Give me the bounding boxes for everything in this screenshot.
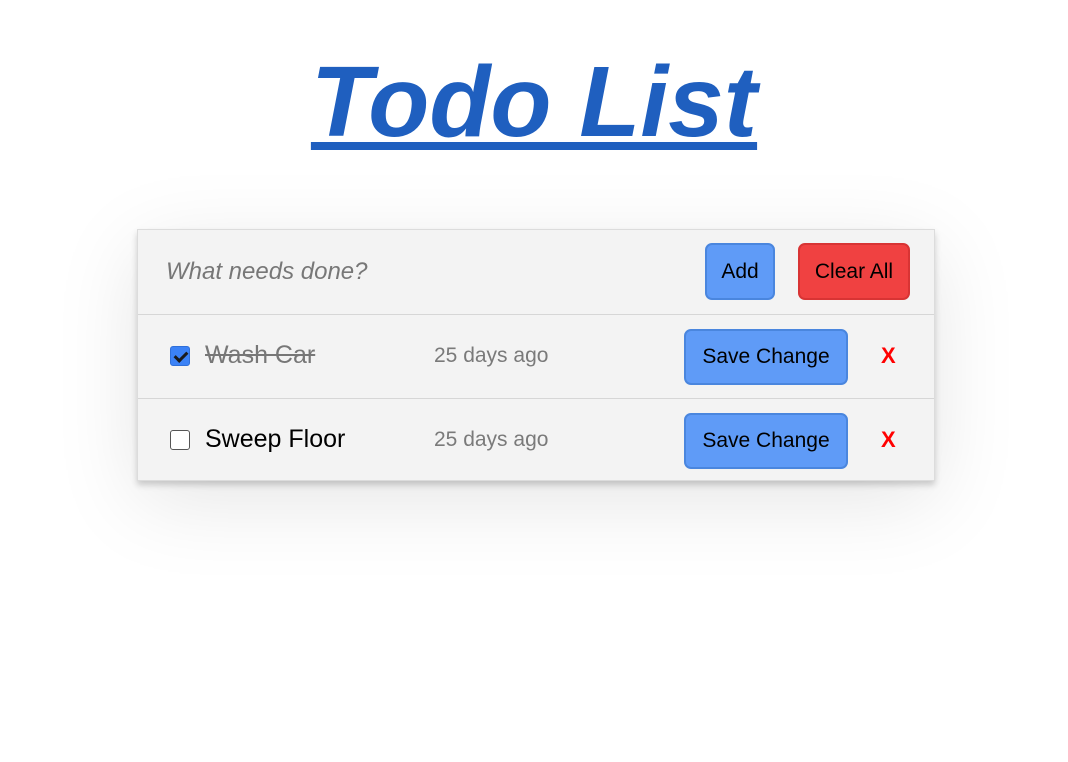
todo-timestamp: 25 days ago xyxy=(434,344,549,367)
save-change-button[interactable]: Save Change xyxy=(684,413,848,469)
todo-item: Sweep Floor 25 days ago Save Change X xyxy=(138,398,934,482)
todo-timestamp: 25 days ago xyxy=(434,428,549,451)
delete-icon[interactable]: X xyxy=(881,427,896,453)
clear-all-button[interactable]: Clear All xyxy=(798,243,910,300)
todo-text[interactable]: Sweep Floor xyxy=(205,425,345,454)
save-change-button[interactable]: Save Change xyxy=(684,329,848,385)
page-title: Todo List xyxy=(310,46,758,158)
todo-item: Wash Car 25 days ago Save Change X xyxy=(138,314,934,398)
delete-icon[interactable]: X xyxy=(881,343,896,369)
add-button[interactable]: Add xyxy=(705,243,775,300)
todo-form: Add Clear All xyxy=(138,230,934,314)
todo-text[interactable]: Wash Car xyxy=(205,341,315,370)
page-title-wrapper: Todo List xyxy=(0,52,1068,152)
todo-checkbox[interactable] xyxy=(170,346,190,366)
new-todo-input[interactable] xyxy=(166,254,486,290)
todo-card: Add Clear All Wash Car 25 days ago Save … xyxy=(137,229,935,481)
todo-checkbox[interactable] xyxy=(170,430,190,450)
